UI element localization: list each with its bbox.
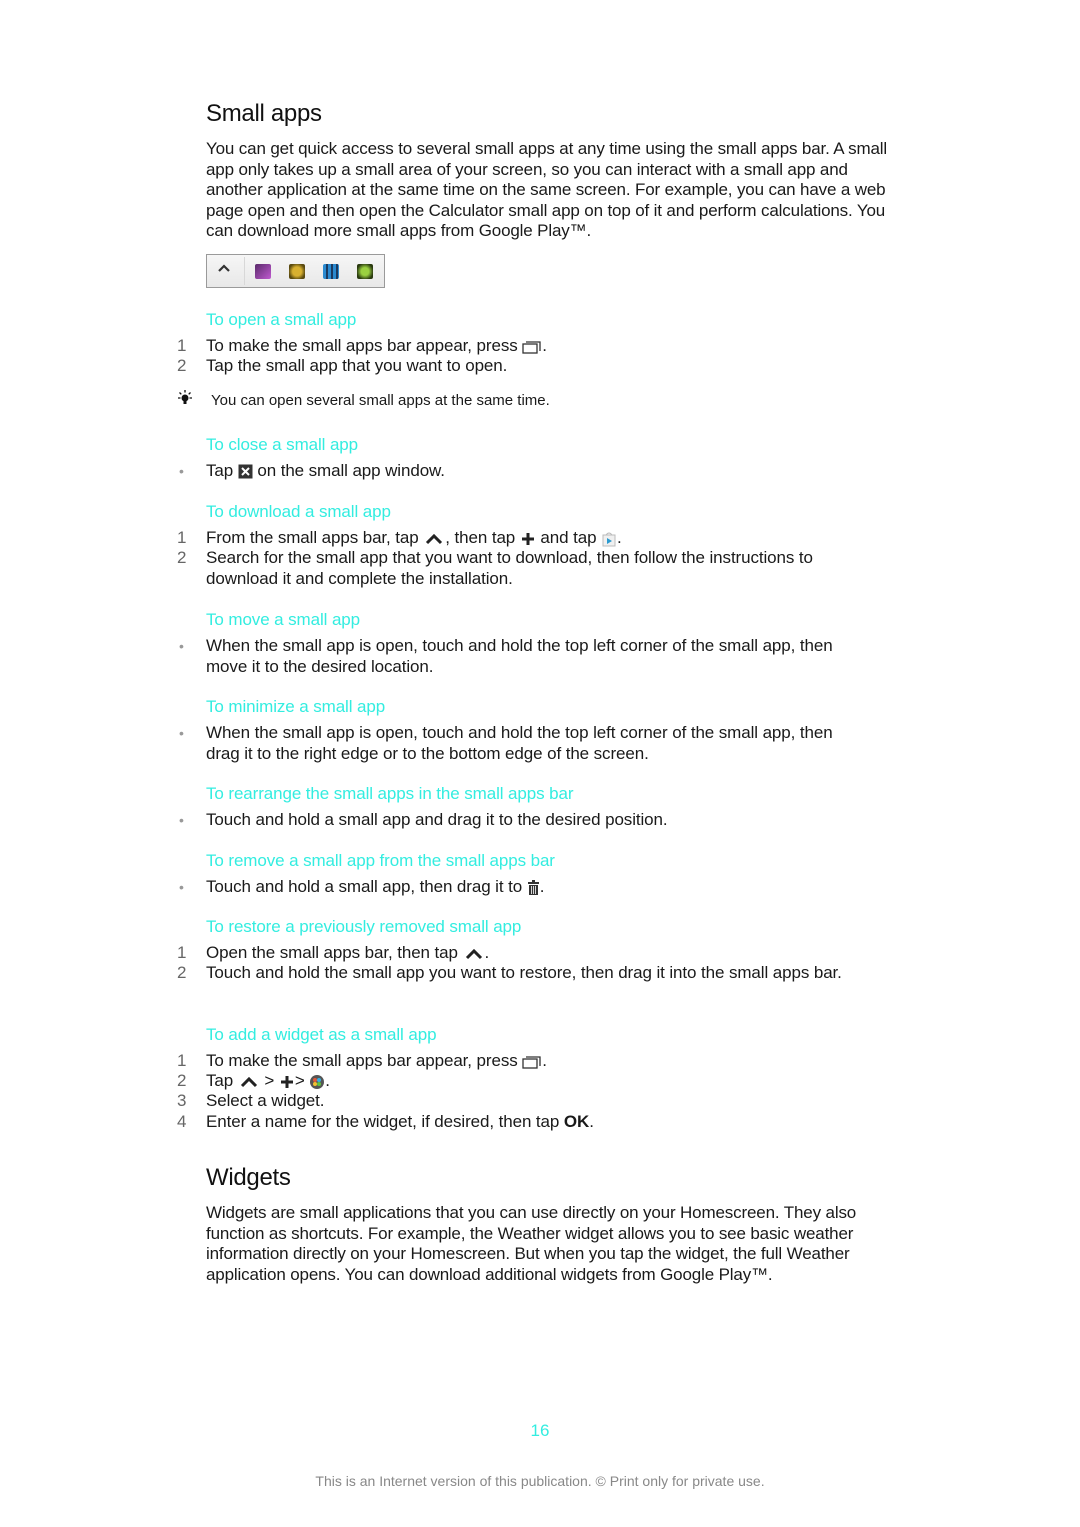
step-number: 2 bbox=[177, 963, 187, 982]
heading-move-small-app: To move a small app bbox=[206, 610, 361, 629]
small-apps-intro: You can get quick access to several smal… bbox=[206, 139, 888, 241]
close-icon bbox=[238, 464, 253, 479]
chevron-up-icon bbox=[426, 533, 443, 544]
tip-lightbulb-icon bbox=[178, 390, 192, 404]
recent-apps-icon bbox=[522, 1055, 541, 1069]
step-number: 2 bbox=[177, 1071, 187, 1090]
bullet: • bbox=[179, 638, 184, 654]
heading-restore-small-app: To restore a previously removed small ap… bbox=[206, 917, 522, 936]
heading-add-widget-small-app: To add a widget as a small app bbox=[206, 1025, 437, 1044]
bullet: • bbox=[179, 812, 184, 828]
step-number: 1 bbox=[177, 1051, 187, 1070]
document-page: Small apps You can get quick access to s… bbox=[0, 0, 1080, 1527]
tip-text: You can open several small apps at the s… bbox=[211, 392, 550, 409]
small-apps-bar-image bbox=[206, 254, 385, 288]
chevron-up-icon bbox=[218, 264, 230, 272]
timer-app-icon bbox=[289, 264, 305, 279]
step-number: 1 bbox=[177, 528, 187, 547]
eraser-app-icon bbox=[255, 264, 271, 279]
bullet: • bbox=[179, 463, 184, 479]
step-number: 3 bbox=[177, 1091, 187, 1110]
page-number: 16 bbox=[530, 1421, 550, 1440]
ok-label: OK bbox=[563, 1112, 590, 1131]
widget-icon bbox=[310, 1074, 325, 1089]
bullet: • bbox=[179, 879, 184, 895]
section-title-small-apps: Small apps bbox=[206, 100, 322, 127]
heading-minimize-small-app: To minimize a small app bbox=[206, 697, 386, 716]
chevron-up-icon bbox=[240, 1076, 257, 1087]
plus-icon bbox=[521, 532, 534, 545]
chevron-up-icon bbox=[465, 948, 482, 959]
bullet: • bbox=[179, 725, 184, 741]
heading-remove-small-app: To remove a small app from the small app… bbox=[206, 851, 555, 870]
heading-close-small-app: To close a small app bbox=[206, 435, 359, 454]
step-number: 4 bbox=[177, 1112, 187, 1131]
step-number: 1 bbox=[177, 943, 187, 962]
heading-rearrange-small-apps: To rearrange the small apps in the small… bbox=[206, 784, 574, 803]
step-number: 1 bbox=[177, 336, 187, 355]
widgets-intro: Widgets are small applications that you … bbox=[206, 1203, 857, 1284]
heading-open-small-app: To open a small app bbox=[206, 310, 357, 329]
step-number: 2 bbox=[177, 548, 187, 567]
recent-apps-icon bbox=[522, 340, 541, 354]
heading-download-small-app: To download a small app bbox=[206, 502, 391, 521]
play-store-icon bbox=[602, 532, 616, 547]
voice-recorder-app-icon bbox=[357, 264, 373, 279]
footer-notice: This is an Internet version of this publ… bbox=[315, 1473, 765, 1489]
trash-icon bbox=[527, 880, 539, 896]
section-title-widgets: Widgets bbox=[206, 1164, 291, 1191]
calculator-app-icon bbox=[323, 264, 339, 279]
divider bbox=[244, 257, 245, 285]
plus-icon bbox=[280, 1075, 293, 1088]
step-number: 2 bbox=[177, 356, 187, 375]
